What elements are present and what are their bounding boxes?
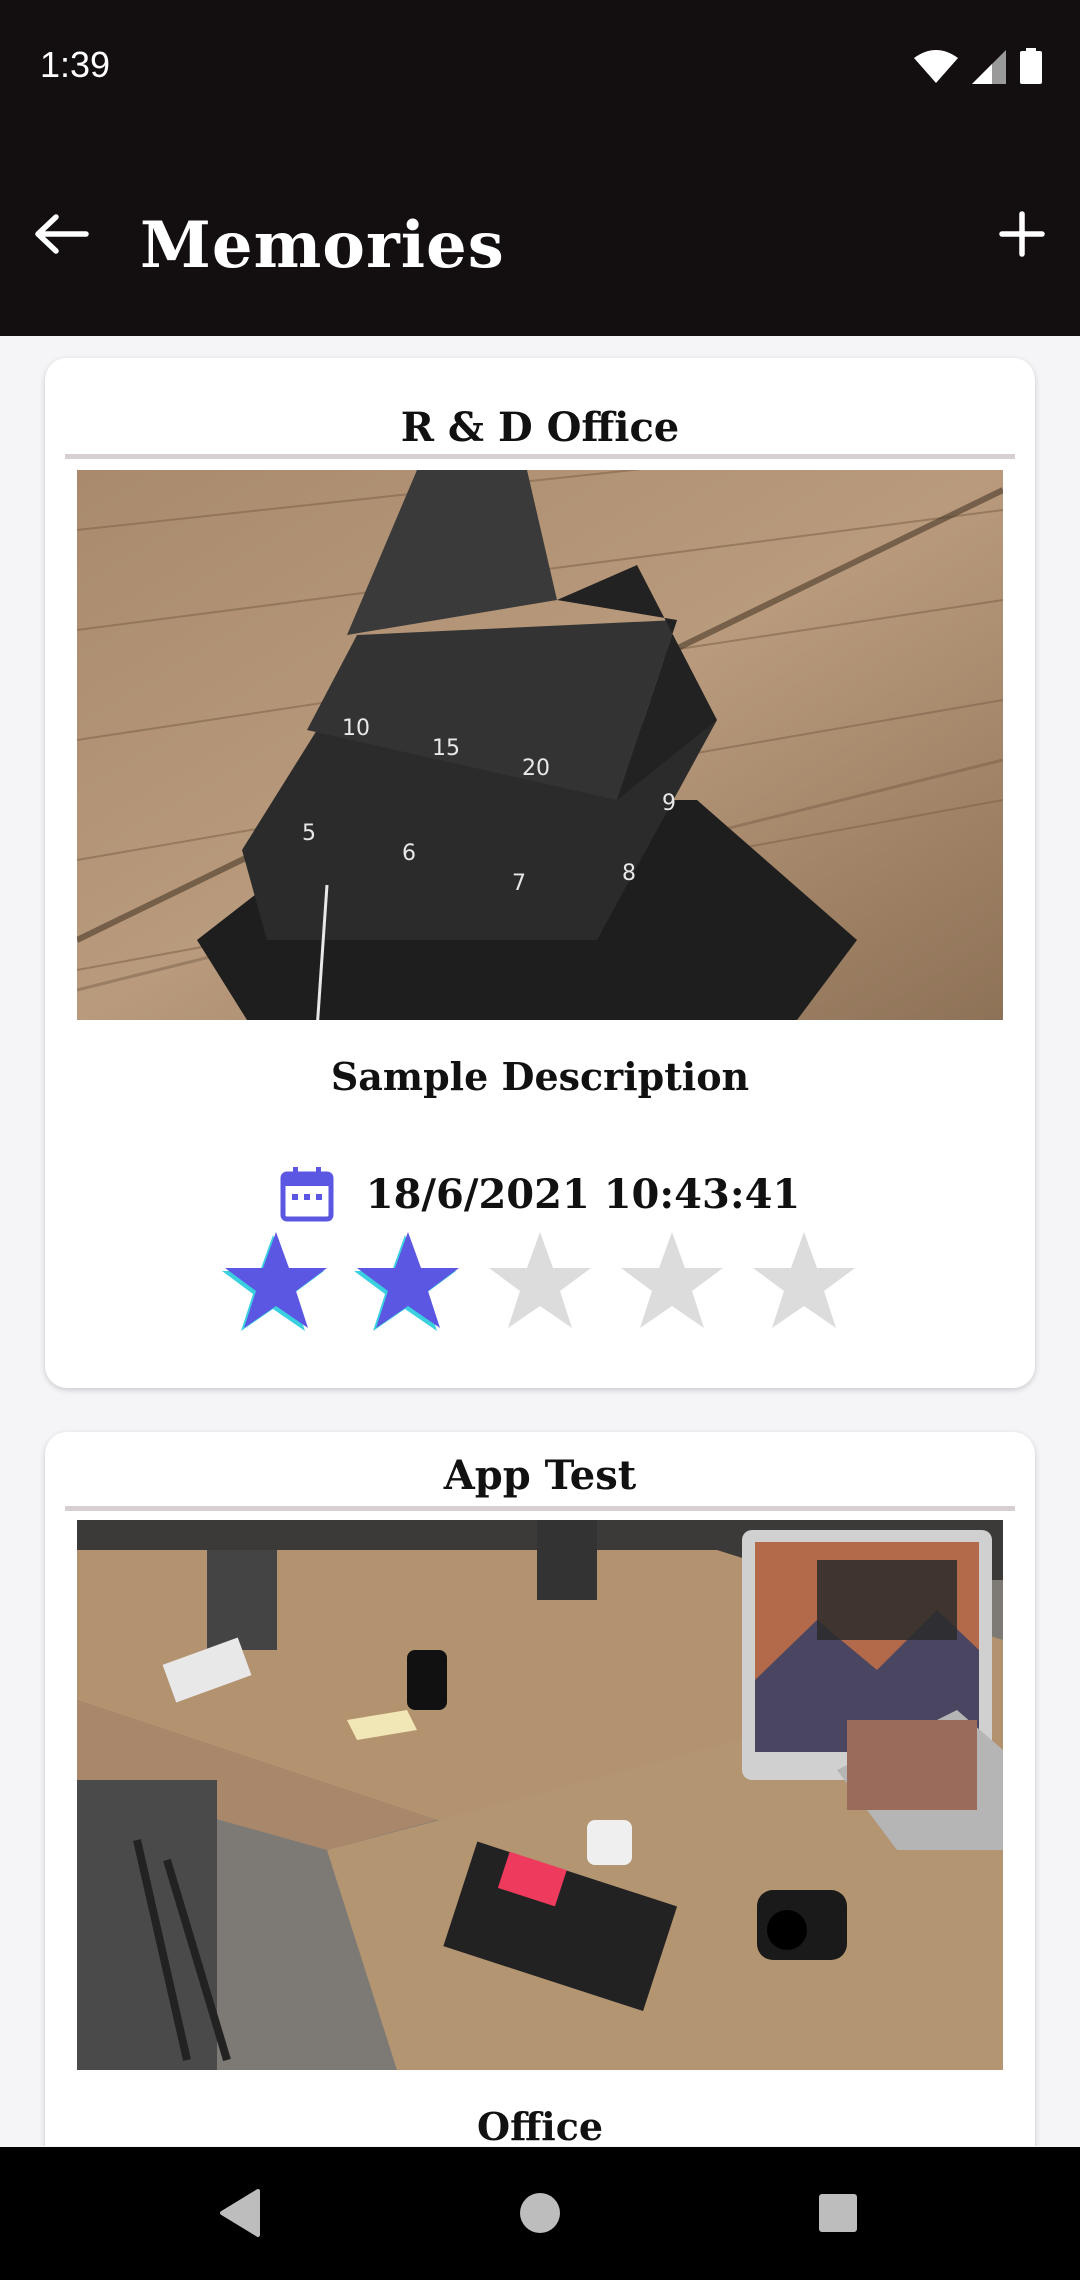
memory-date: 18/6/2021 10:43:41 — [365, 1170, 801, 1218]
system-nav-bar — [0, 2147, 1080, 2280]
svg-text:9: 9 — [662, 791, 676, 816]
svg-text:20: 20 — [522, 756, 550, 781]
add-memory-button[interactable] — [984, 196, 1060, 272]
photo-office-desks — [77, 1520, 1003, 2070]
star-filled-icon[interactable] — [221, 1228, 331, 1338]
svg-text:5: 5 — [302, 821, 316, 846]
svg-text:6: 6 — [402, 841, 416, 866]
svg-text:7: 7 — [512, 871, 526, 896]
nav-home-button[interactable] — [510, 2183, 570, 2243]
memory-photo[interactable]: 10 15 20 5 6 7 8 9 — [77, 470, 1003, 1020]
memory-card[interactable]: App Test Office — [45, 1432, 1035, 2146]
star-empty-icon[interactable] — [749, 1228, 859, 1338]
memory-date-row: 18/6/2021 10:43:41 — [45, 1166, 1035, 1222]
photo-pyramid-timer: 10 15 20 5 6 7 8 9 — [77, 470, 1003, 1020]
memory-card[interactable]: R & D Office 10 15 20 5 6 7 8 9 Sample D… — [45, 358, 1035, 1388]
svg-text:10: 10 — [342, 716, 370, 741]
status-time: 1:39 — [40, 44, 111, 85]
triangle-back-icon — [220, 2189, 260, 2237]
memory-description: Sample Description — [330, 1054, 750, 1099]
app-bar: Memories — [0, 136, 1080, 336]
status-bar: 1:39 — [0, 0, 1080, 136]
memory-title: R & D Office — [400, 404, 680, 451]
nav-back-button[interactable] — [210, 2183, 270, 2243]
page-title: Memories — [140, 208, 505, 283]
star-rating[interactable] — [45, 1228, 1035, 1338]
title-divider — [65, 1506, 1015, 1511]
status-icons — [914, 48, 1042, 84]
memory-title: App Test — [443, 1452, 637, 1499]
battery-icon — [1020, 48, 1042, 84]
memory-photo[interactable] — [77, 1520, 1003, 2070]
wifi-icon — [914, 50, 958, 83]
memory-description: Office — [476, 2104, 604, 2146]
nav-recents-button[interactable] — [808, 2183, 868, 2243]
title-divider — [65, 454, 1015, 459]
arrow-left-icon — [35, 214, 89, 254]
plus-icon — [999, 211, 1045, 257]
back-button[interactable] — [24, 196, 100, 272]
star-empty-icon[interactable] — [485, 1228, 595, 1338]
square-recents-icon — [819, 2194, 857, 2232]
calendar-icon — [280, 1167, 334, 1222]
svg-text:8: 8 — [622, 861, 636, 886]
star-empty-icon[interactable] — [617, 1228, 727, 1338]
circle-home-icon — [520, 2193, 560, 2233]
svg-text:15: 15 — [432, 736, 460, 761]
cell-signal-icon — [972, 50, 1006, 84]
memories-list[interactable]: R & D Office 10 15 20 5 6 7 8 9 Sample D… — [0, 336, 1080, 2146]
star-filled-icon[interactable] — [353, 1228, 463, 1338]
